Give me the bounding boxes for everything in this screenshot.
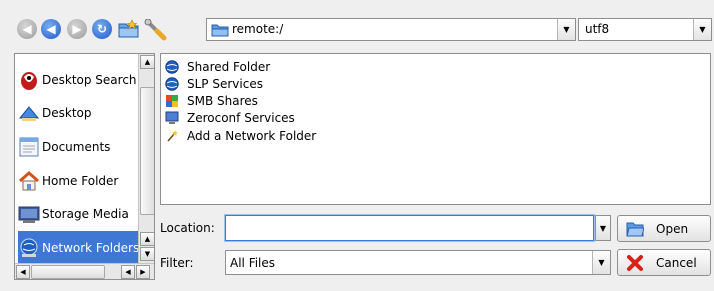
open-button-label: Open — [656, 221, 689, 236]
forward-button[interactable]: ▶ — [67, 19, 89, 41]
open-button[interactable]: Open — [617, 215, 711, 242]
file-item-smb-shares[interactable]: SMB Shares — [165, 92, 258, 109]
place-item-documents[interactable]: Documents — [18, 130, 140, 164]
globe-icon — [165, 76, 179, 91]
file-name: SMB Shares — [187, 93, 258, 108]
vertical-scroll-thumb[interactable] — [140, 87, 154, 215]
place-label: Home Folder — [42, 174, 119, 188]
network-folder-icon — [20, 238, 38, 257]
place-item-desktop-search[interactable]: Desktop Search — [18, 63, 140, 97]
home-folder-icon — [19, 170, 39, 191]
wrench-icon — [144, 18, 167, 41]
file-name: Add a Network Folder — [187, 128, 317, 143]
forward-arrow-icon: ▶ — [67, 19, 87, 39]
place-item-desktop[interactable]: Desktop — [18, 96, 140, 130]
storage-media-icon — [18, 206, 40, 223]
scroll-left-button-right[interactable]: ◀ — [121, 265, 135, 279]
cancel-button-label: Cancel — [656, 255, 697, 270]
open-folder-icon — [626, 222, 644, 236]
file-item-add-network-folder[interactable]: Add a Network Folder — [165, 127, 316, 144]
monitor-icon — [165, 111, 179, 124]
file-item-slp-services[interactable]: SLP Services — [165, 75, 263, 92]
cancel-x-icon — [627, 254, 643, 271]
back-button[interactable]: ◀ — [17, 19, 39, 41]
toolbar: ◀ ◀ ▶ ↻ remote:/ ▼ utf8 ▼ — [0, 0, 714, 50]
places-horizontal-scrollbar[interactable]: ◀ ◀ ▶ — [15, 263, 154, 279]
place-label: Desktop Search — [42, 73, 137, 87]
scroll-up-button[interactable]: ▲ — [140, 55, 154, 69]
location-label: Location: — [160, 221, 215, 235]
location-input[interactable] — [225, 215, 594, 241]
new-folder-button[interactable] — [118, 19, 140, 41]
encoding-text: utf8 — [585, 22, 610, 36]
place-label: Network Folders — [42, 241, 140, 255]
documents-icon — [19, 137, 39, 157]
scroll-down-button[interactable]: ▼ — [140, 247, 154, 261]
encoding-combobox[interactable]: utf8 ▼ — [578, 18, 712, 41]
file-item-zeroconf-services[interactable]: Zeroconf Services — [165, 109, 295, 126]
horizontal-scroll-thumb[interactable] — [31, 265, 105, 279]
path-dropdown-arrow[interactable]: ▼ — [557, 19, 575, 40]
places-vertical-scrollbar[interactable]: ▲ ▲ ▼ — [138, 54, 154, 263]
place-label: Storage Media — [42, 207, 129, 221]
cancel-button[interactable]: Cancel — [617, 249, 711, 276]
up-button[interactable]: ◀ — [41, 19, 63, 41]
file-name: Zeroconf Services — [187, 110, 295, 125]
place-label: Documents — [42, 140, 111, 154]
smb-shares-icon — [166, 94, 178, 107]
file-item-shared-folder[interactable]: Shared Folder — [165, 58, 270, 75]
wizard-wand-icon — [167, 129, 178, 142]
filter-combobox[interactable]: All Files ▼ — [225, 250, 611, 275]
file-name: SLP Services — [187, 76, 263, 91]
up-arrow-icon: ◀ — [41, 19, 61, 39]
new-folder-icon — [118, 19, 139, 38]
file-name: Shared Folder — [187, 59, 271, 74]
path-text: remote:/ — [232, 22, 284, 36]
path-combobox[interactable]: remote:/ ▼ — [206, 18, 576, 41]
place-label: Desktop — [42, 106, 92, 120]
scroll-left-button[interactable]: ◀ — [16, 265, 30, 279]
folder-icon — [211, 24, 229, 37]
desktop-icon — [18, 106, 40, 121]
place-item-network-folders[interactable]: Network Folders — [18, 231, 140, 265]
scroll-right-button[interactable]: ▶ — [136, 265, 150, 279]
filter-value: All Files — [230, 256, 276, 270]
options-button[interactable] — [144, 18, 167, 41]
filter-dropdown-arrow[interactable]: ▼ — [592, 251, 610, 274]
desktop-search-icon — [21, 72, 37, 90]
reload-button[interactable]: ↻ — [92, 19, 114, 41]
encoding-dropdown-arrow[interactable]: ▼ — [693, 19, 711, 40]
file-list[interactable]: Shared Folder SLP Services SMB Shares Ze… — [160, 53, 711, 205]
place-item-storage-media[interactable]: Storage Media — [18, 197, 140, 231]
reload-icon: ↻ — [92, 19, 112, 39]
scroll-up-button-lower[interactable]: ▲ — [140, 232, 154, 246]
filter-label: Filter: — [160, 256, 194, 270]
globe-icon — [165, 59, 179, 74]
back-arrow-icon: ◀ — [17, 19, 37, 39]
location-dropdown-arrow[interactable]: ▼ — [595, 215, 611, 241]
places-panel: Desktop Search Desktop Documents Home Fo… — [14, 53, 155, 280]
place-item-home-folder[interactable]: Home Folder — [18, 164, 140, 198]
